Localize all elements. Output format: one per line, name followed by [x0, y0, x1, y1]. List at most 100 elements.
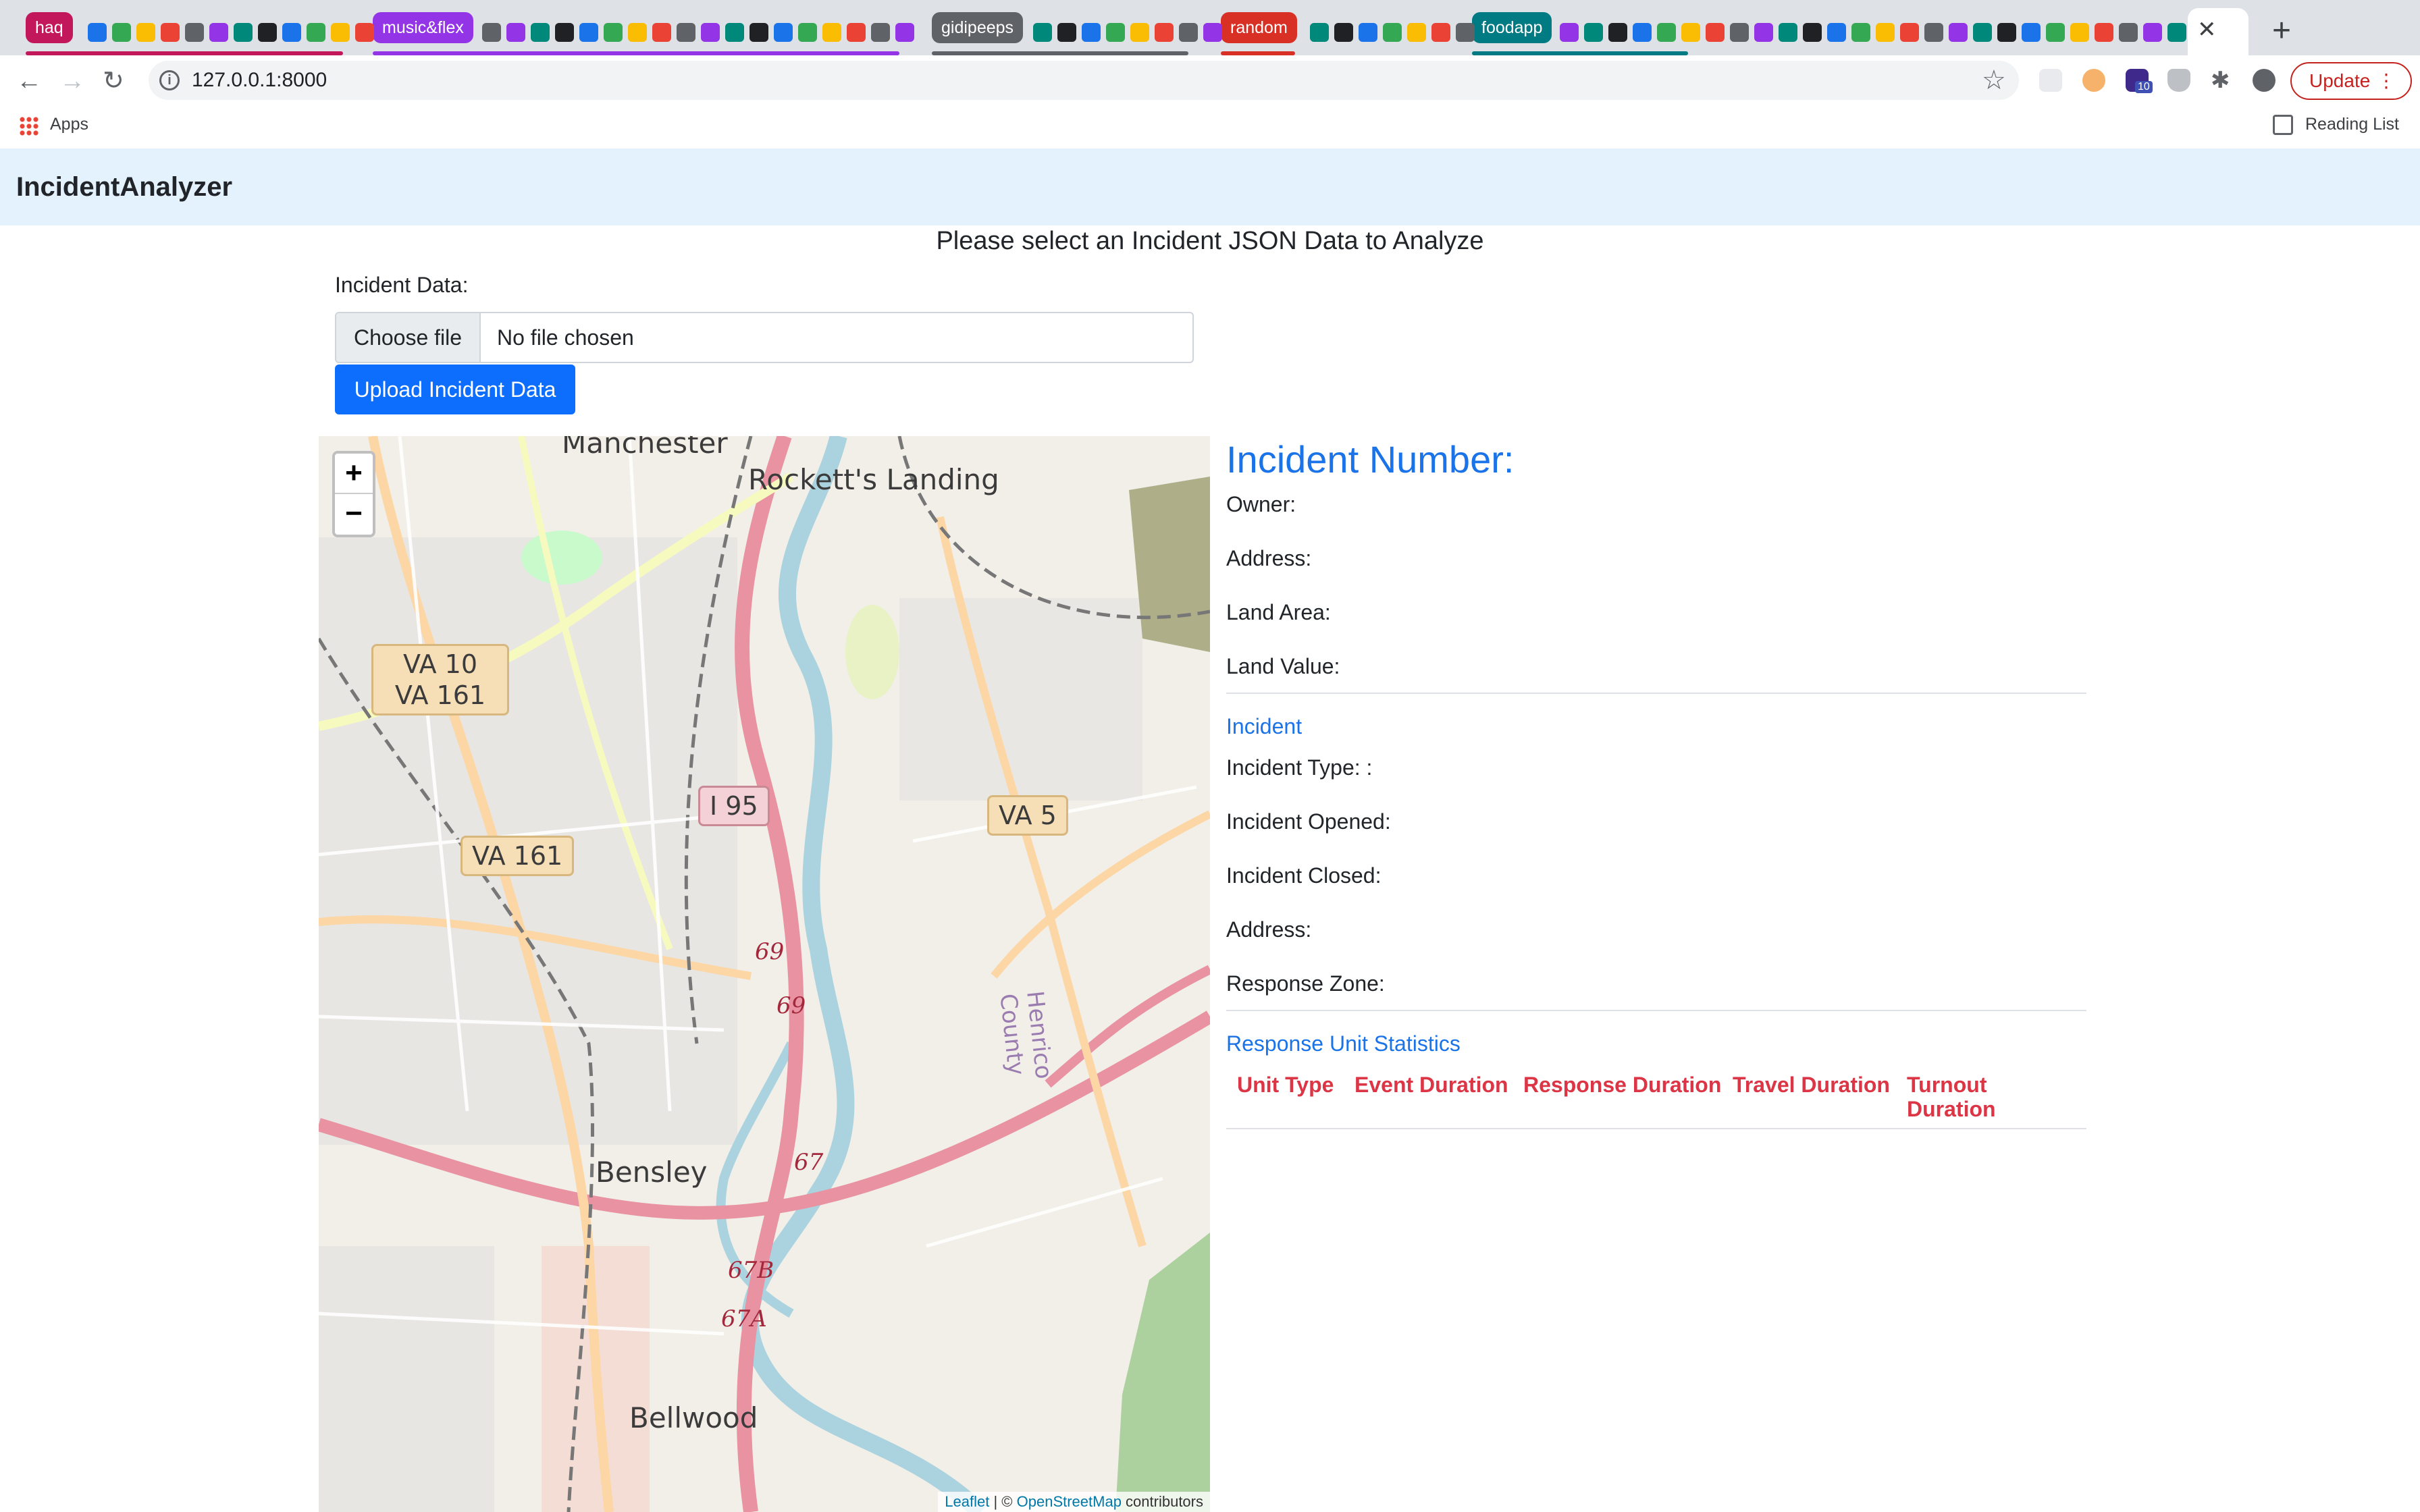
apps-grid-icon[interactable] — [19, 116, 39, 136]
extension-icon[interactable] — [2039, 69, 2062, 92]
tab-favicon-icon[interactable] — [1203, 23, 1222, 42]
upload-incident-button[interactable]: Upload Incident Data — [335, 364, 575, 414]
tab-favicon-icon[interactable] — [677, 23, 695, 42]
tab-favicon-icon[interactable] — [1900, 23, 1919, 42]
tab-favicon-icon[interactable] — [701, 23, 720, 42]
tab-favicon-icon[interactable] — [1633, 23, 1652, 42]
tab-favicon-icon[interactable] — [1706, 23, 1725, 42]
tab-favicon-icon[interactable] — [1730, 23, 1749, 42]
tab-favicon-icon[interactable] — [1876, 23, 1895, 42]
tab-favicon-icon[interactable] — [1973, 23, 1992, 42]
tab-favicon-icon[interactable] — [798, 23, 817, 42]
tab-favicon-icon[interactable] — [282, 23, 301, 42]
tab-favicon-icon[interactable] — [1827, 23, 1846, 42]
tab-favicon-icon[interactable] — [112, 23, 131, 42]
new-tab-icon[interactable]: + — [2272, 14, 2291, 49]
tab-group-random[interactable]: random — [1221, 12, 1297, 43]
update-button[interactable]: Update ⋮ — [2290, 62, 2412, 100]
tab-favicon-icon[interactable] — [1657, 23, 1676, 42]
tab-favicon-icon[interactable] — [1431, 23, 1450, 42]
tab-favicon-icon[interactable] — [1082, 23, 1101, 42]
tab-favicon-icon[interactable] — [1924, 23, 1943, 42]
tab-favicon-icon[interactable] — [871, 23, 890, 42]
table-header-response-duration[interactable]: Response Duration — [1512, 1073, 1722, 1121]
tab-favicon-icon[interactable] — [1407, 23, 1426, 42]
tab-favicon-icon[interactable] — [749, 23, 768, 42]
table-header-travel-duration[interactable]: Travel Duration — [1722, 1073, 1896, 1121]
tab-favicon-icon[interactable] — [1584, 23, 1603, 42]
tab-favicon-icon[interactable] — [209, 23, 228, 42]
zoom-out-button[interactable]: − — [335, 494, 373, 535]
tab-favicon-icon[interactable] — [2167, 23, 2186, 42]
tab-favicon-icon[interactable] — [2022, 23, 2041, 42]
tab-group-gidipeeps[interactable]: gidipeeps — [932, 12, 1024, 43]
tab-favicon-icon[interactable] — [604, 23, 623, 42]
tab-favicon-icon[interactable] — [555, 23, 574, 42]
tab-favicon-icon[interactable] — [1456, 23, 1475, 42]
close-tab-icon[interactable]: ✕ — [2197, 16, 2217, 43]
table-header-unit-type[interactable]: Unit Type — [1226, 1073, 1344, 1121]
tab-favicon-icon[interactable] — [1334, 23, 1353, 42]
tab-favicon-icon[interactable] — [234, 23, 253, 42]
shield-extension-icon[interactable] — [2167, 69, 2190, 92]
tab-favicon-icon[interactable] — [355, 23, 374, 42]
forward-icon[interactable]: → — [59, 68, 85, 94]
incident-file-input[interactable]: Choose file No file chosen — [335, 312, 1194, 363]
brand-logo[interactable]: IncidentAnalyzer — [16, 172, 232, 202]
tab-favicon-icon[interactable] — [1681, 23, 1700, 42]
tab-favicon-icon[interactable] — [136, 23, 155, 42]
tab-favicon-icon[interactable] — [161, 23, 180, 42]
tab-favicon-icon[interactable] — [1033, 23, 1052, 42]
tab-group-haq[interactable]: haq — [26, 12, 73, 43]
tab-favicon-icon[interactable] — [2070, 23, 2089, 42]
tab-favicon-icon[interactable] — [1383, 23, 1402, 42]
tab-favicon-icon[interactable] — [258, 23, 277, 42]
more-menu-icon[interactable]: ⋮ — [2377, 63, 2396, 99]
osm-link[interactable]: OpenStreetMap — [1017, 1493, 1122, 1510]
tab-favicon-icon[interactable] — [1057, 23, 1076, 42]
back-icon[interactable]: ← — [16, 68, 42, 94]
tab-group-foodapp[interactable]: foodapp — [1472, 12, 1552, 43]
tab-favicon-icon[interactable] — [1949, 23, 1968, 42]
tab-favicon-icon[interactable] — [1754, 23, 1773, 42]
choose-file-button[interactable]: Choose file — [336, 313, 481, 362]
tab-favicon-icon[interactable] — [895, 23, 914, 42]
bookmark-star-icon[interactable]: ☆ — [1982, 65, 2006, 96]
tab-favicon-icon[interactable] — [1560, 23, 1579, 42]
address-bar[interactable] — [149, 61, 2019, 100]
tab-favicon-icon[interactable] — [1155, 23, 1174, 42]
tab-favicon-icon[interactable] — [628, 23, 647, 42]
tab-favicon-icon[interactable] — [531, 23, 550, 42]
tab-favicon-icon[interactable] — [1179, 23, 1198, 42]
tab-favicon-icon[interactable] — [2046, 23, 2065, 42]
tab-favicon-icon[interactable] — [1608, 23, 1627, 42]
tab-favicon-icon[interactable] — [185, 23, 204, 42]
avatar[interactable] — [2253, 69, 2276, 92]
tab-favicon-icon[interactable] — [1997, 23, 2016, 42]
tab-favicon-icon[interactable] — [652, 23, 671, 42]
puzzle-icon[interactable]: ✱ — [2211, 69, 2234, 92]
url-text[interactable]: 127.0.0.1:8000 — [192, 69, 327, 92]
tab-favicon-icon[interactable] — [1359, 23, 1377, 42]
tab-favicon-icon[interactable] — [2143, 23, 2162, 42]
reading-list-icon[interactable] — [2273, 115, 2293, 135]
tab-favicon-icon[interactable] — [506, 23, 525, 42]
tab-favicon-icon[interactable] — [1803, 23, 1822, 42]
extension-icon[interactable] — [2082, 69, 2105, 92]
tab-favicon-icon[interactable] — [847, 23, 866, 42]
tab-favicon-icon[interactable] — [579, 23, 598, 42]
apps-bookmark[interactable]: Apps — [50, 115, 88, 134]
tab-favicon-icon[interactable] — [774, 23, 793, 42]
tab-favicon-icon[interactable] — [2095, 23, 2113, 42]
tab-favicon-icon[interactable] — [1130, 23, 1149, 42]
tab-favicon-icon[interactable] — [1779, 23, 1797, 42]
site-info-icon[interactable]: i — [159, 70, 180, 90]
tab-group-music-flex[interactable]: music&flex — [373, 12, 473, 43]
tab-favicon-icon[interactable] — [482, 23, 501, 42]
tab-favicon-icon[interactable] — [2119, 23, 2138, 42]
table-header-turnout-duration[interactable]: Turnout Duration — [1896, 1073, 2072, 1121]
tab-favicon-icon[interactable] — [331, 23, 350, 42]
reading-list-button[interactable]: Reading List — [2305, 115, 2399, 134]
tab-favicon-icon[interactable] — [822, 23, 841, 42]
zoom-in-button[interactable]: + — [335, 454, 373, 494]
